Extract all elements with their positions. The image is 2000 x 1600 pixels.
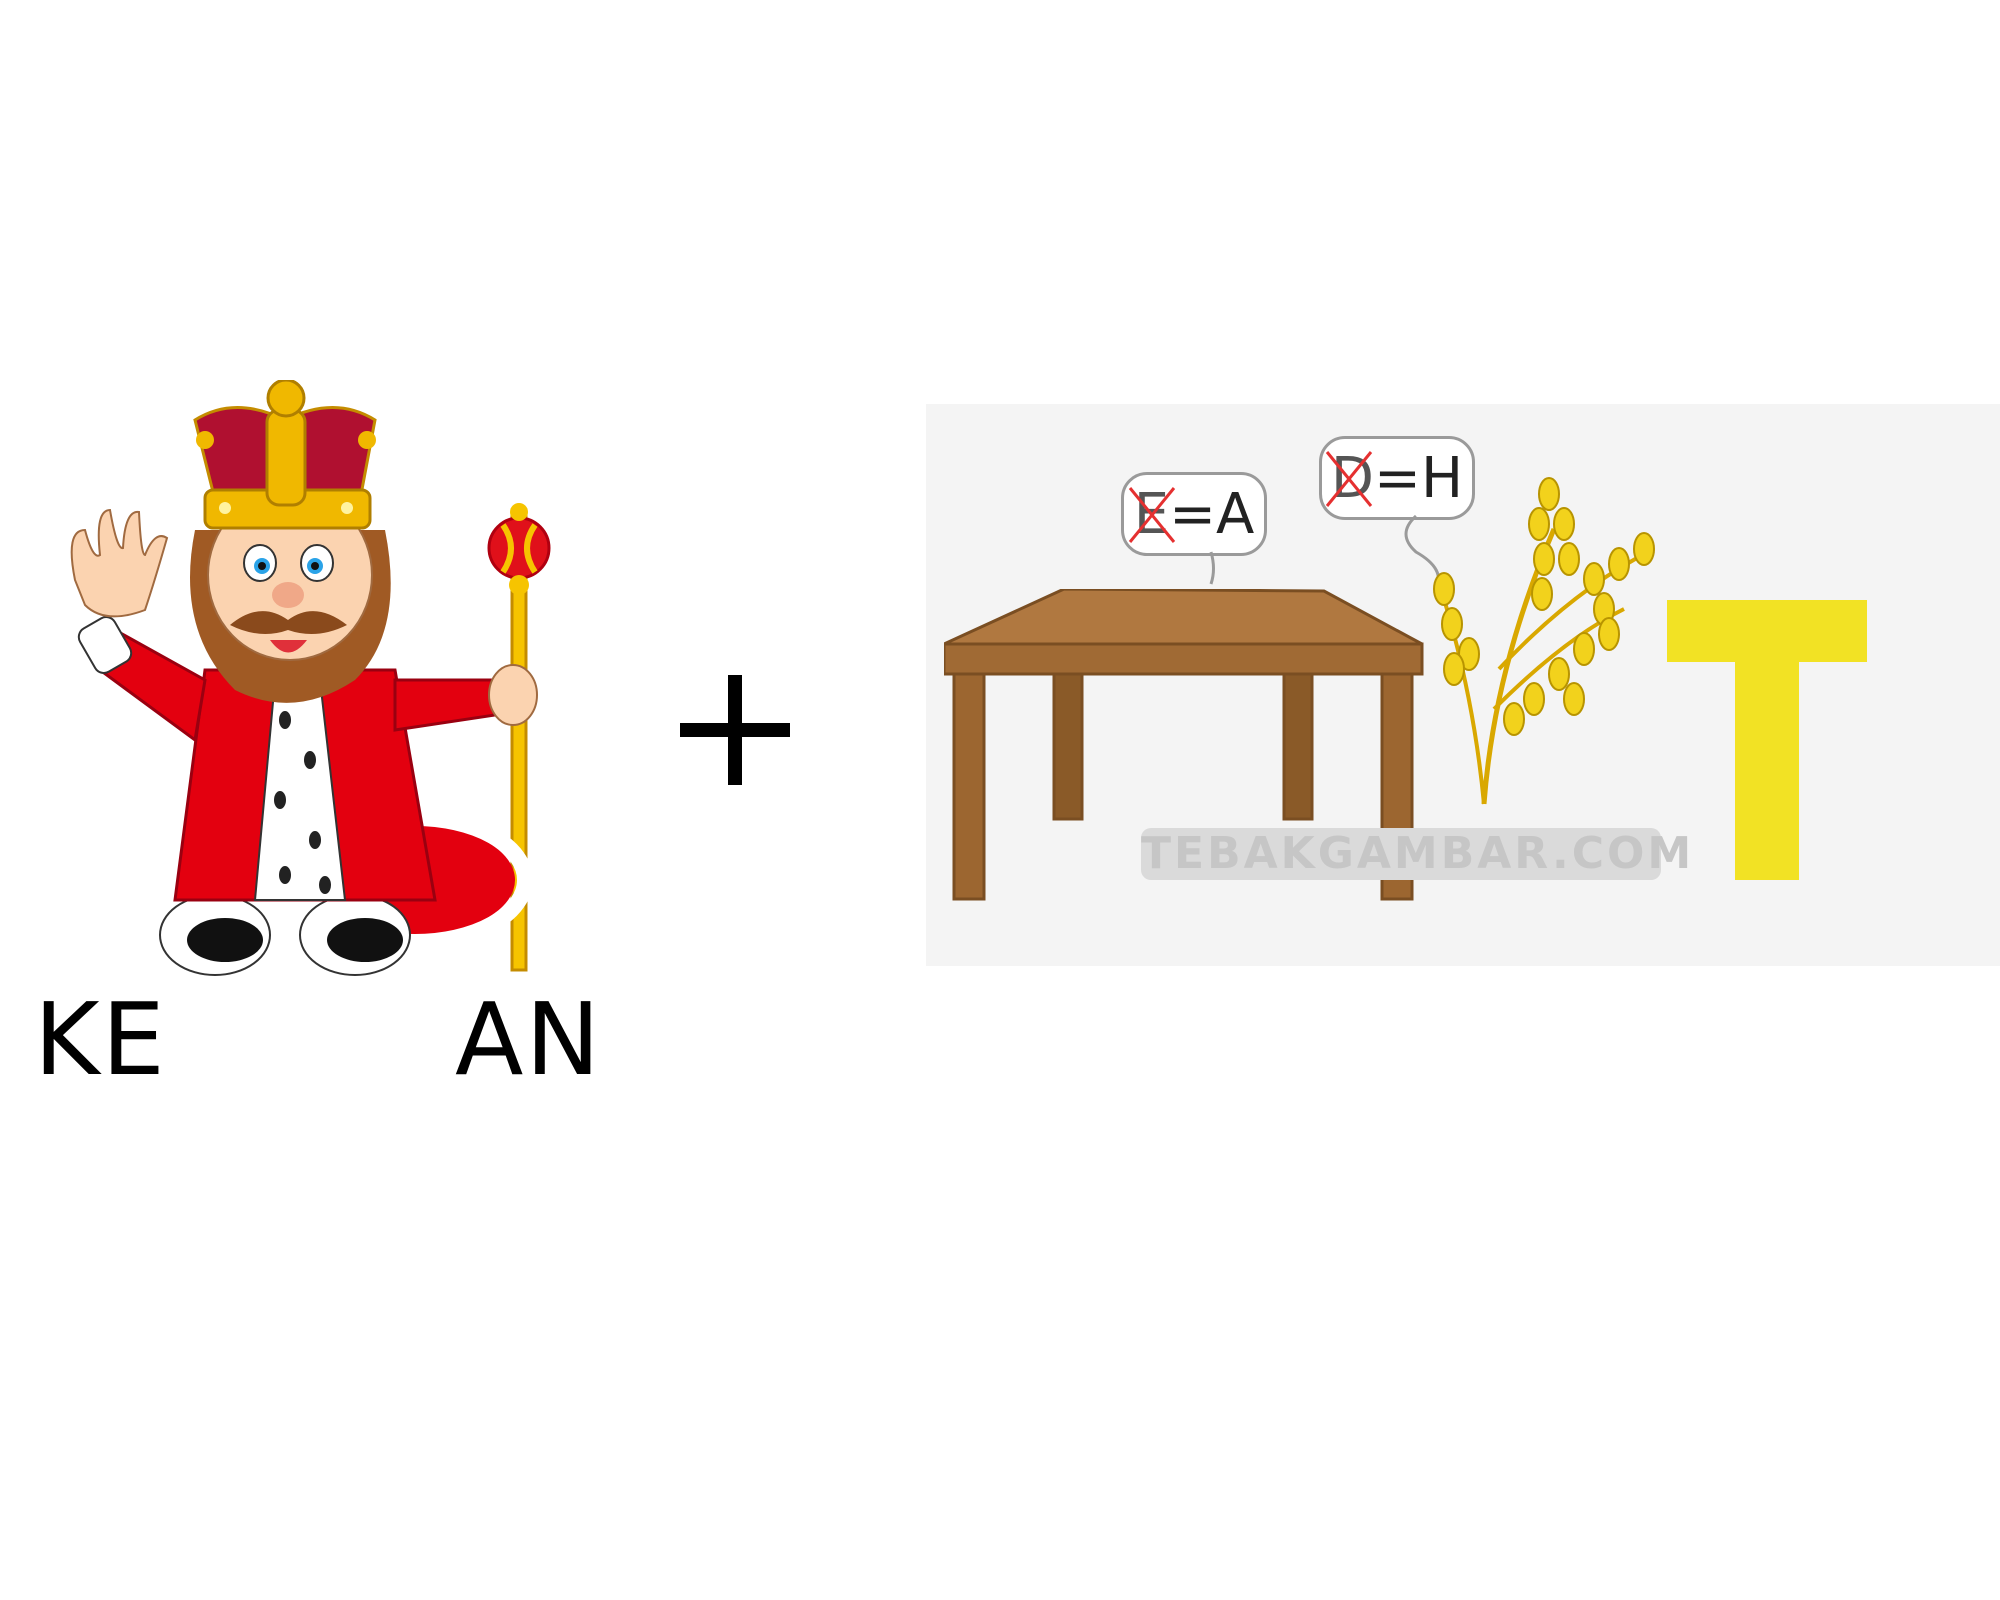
rice-stalk-icon <box>1433 477 1655 805</box>
king-illustration <box>70 380 551 976</box>
suffix-text: AN <box>455 981 603 1098</box>
crown-icon <box>193 380 377 530</box>
plus-sign: + <box>680 675 790 785</box>
watermark-text: TEBAKGAMBAR.COM <box>1141 828 1695 880</box>
plus-icon <box>680 675 790 785</box>
operator-text: + <box>790 675 791 676</box>
rebus-picture-panel: E = A D = H <box>926 404 2000 966</box>
prefix-text: KE <box>34 981 167 1098</box>
letter-t-shape <box>1667 600 1867 880</box>
